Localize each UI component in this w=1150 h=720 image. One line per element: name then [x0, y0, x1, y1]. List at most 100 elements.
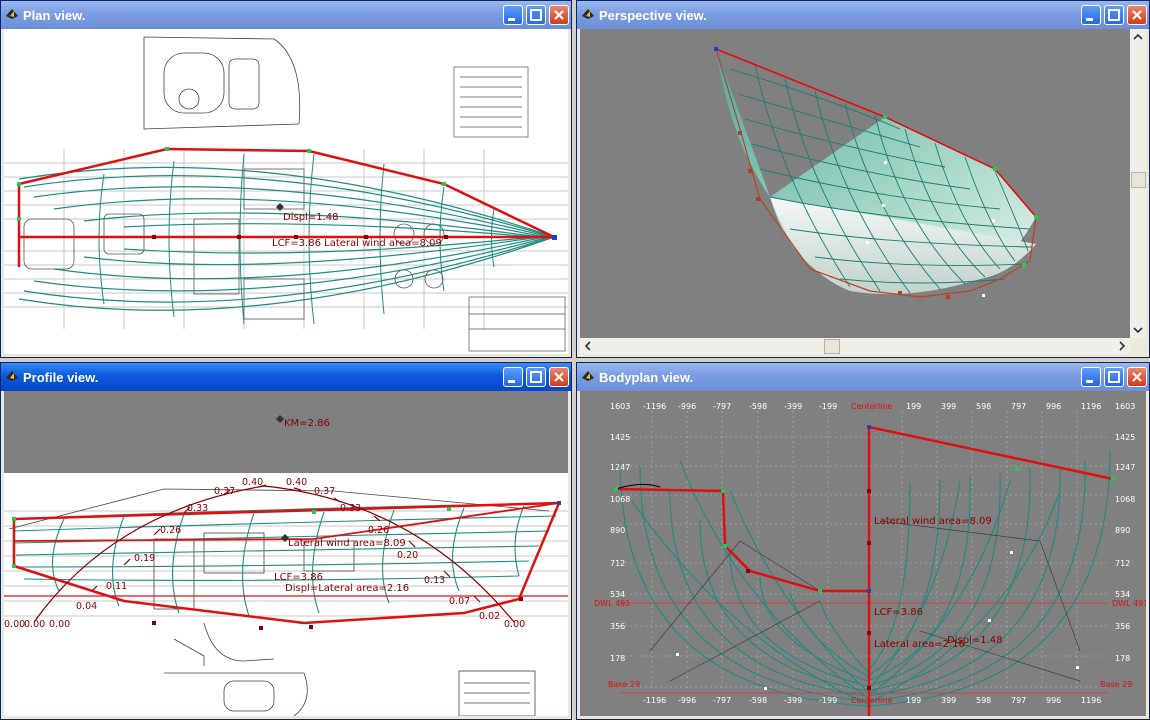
profile-view-titlebar[interactable]: Profile view.: [1, 363, 571, 391]
curve-label: 0.40: [242, 477, 263, 488]
tick-label: -797: [713, 696, 731, 705]
tick-label: -1196: [643, 402, 666, 411]
minimize-button[interactable]: [1081, 5, 1101, 25]
perspective-drawing: [714, 47, 1038, 299]
plan-view-titlebar[interactable]: Plan view.: [1, 1, 571, 29]
tick-label: -399: [784, 402, 802, 411]
zero-label: 0.00: [49, 619, 70, 630]
close-button[interactable]: [1127, 367, 1147, 387]
tick-label: 534: [1115, 590, 1130, 599]
tick-label: -797: [713, 402, 731, 411]
window-title: Bodyplan view.: [599, 370, 694, 385]
tick-label: 996: [1046, 696, 1061, 705]
minimize-icon: [508, 18, 515, 21]
zero-label: 0.00: [504, 619, 525, 630]
tick-label: 1247: [1115, 463, 1135, 472]
bodyplan-view-titlebar[interactable]: Bodyplan view.: [577, 363, 1149, 391]
vertical-scrollbar[interactable]: [1130, 29, 1146, 338]
horizontal-scroll-thumb[interactable]: [824, 339, 840, 354]
maximize-button[interactable]: [526, 5, 546, 25]
minimize-icon: [508, 380, 515, 383]
profile-displ-label: Displ=Lateral area=2.16: [285, 583, 409, 594]
curve-label: 0.07: [449, 596, 470, 607]
plan-view-canvas[interactable]: Displ=1.48 LCF=3.86 Lateral wind area=8.…: [4, 29, 568, 354]
scroll-up-icon[interactable]: [1130, 29, 1146, 45]
centerline-label: Centerline: [851, 402, 892, 411]
tick-label: 890: [610, 526, 625, 535]
tick-label: 797: [1011, 696, 1026, 705]
tick-label: 1425: [610, 433, 630, 442]
zero-label: 0.00: [24, 619, 45, 630]
tick-label: 178: [610, 654, 625, 663]
tick-label: -1196: [643, 696, 666, 705]
curve-label: 0.11: [106, 581, 127, 592]
profile-canvas[interactable]: 0.04 0.11 0.19 0.26 0.33 0.37 0.40 0.40 …: [4, 391, 568, 716]
bodyplan-canvas[interactable]: -1196 -996 -797 -598 -399 -199 Centerlin…: [580, 391, 1146, 716]
profile-lcf-label: LCF=3.86: [274, 572, 323, 583]
tick-label: 1196: [1081, 696, 1101, 705]
curve-label: 0.19: [134, 553, 155, 564]
zero-label: 0.00: [4, 619, 25, 630]
tick-label: -598: [749, 402, 767, 411]
base-right-label: Base 29: [1100, 680, 1132, 689]
app-icon: [6, 371, 18, 381]
minimize-button[interactable]: [503, 5, 523, 25]
tick-label: 712: [610, 559, 625, 568]
tick-label: -598: [749, 696, 767, 705]
minimize-button[interactable]: [1081, 367, 1101, 387]
perspective-view-titlebar[interactable]: Perspective view.: [577, 1, 1149, 29]
bodyplan-view-window[interactable]: Bodyplan view. -1196 -996 -797 -598 -399…: [576, 362, 1150, 720]
scroll-right-icon[interactable]: [1114, 338, 1130, 354]
horizontal-scrollbar[interactable]: [580, 338, 1130, 354]
bodyplan-lcf-label: LCF=3.86: [874, 607, 923, 618]
window-title: Profile view.: [23, 370, 99, 385]
close-icon: [554, 10, 564, 20]
scroll-down-icon[interactable]: [1130, 322, 1146, 338]
tick-label: 1603: [610, 402, 630, 411]
perspective-canvas[interactable]: [580, 29, 1130, 338]
tick-label: 399: [941, 696, 956, 705]
profile-wind-label: Lateral wind area=8.09: [288, 538, 406, 549]
bodyplan-displ-label: Displ=1.48: [947, 635, 1002, 646]
curve-label: 0.33: [340, 503, 361, 514]
close-button[interactable]: [1127, 5, 1147, 25]
plan-view-window[interactable]: Plan view. Displ=1.48 LCF=3.86 Lateral w…: [0, 0, 572, 358]
window-title: Perspective view.: [599, 8, 707, 23]
curve-label: 0.26: [160, 525, 181, 536]
close-button[interactable]: [549, 367, 569, 387]
maximize-icon: [530, 371, 542, 383]
scroll-left-icon[interactable]: [580, 338, 596, 354]
maximize-button[interactable]: [526, 367, 546, 387]
perspective-view-window[interactable]: Perspective view.: [576, 0, 1150, 358]
curve-label: 0.40: [286, 477, 307, 488]
plan-displ-label: Displ=1.48: [283, 212, 338, 223]
tick-label: -399: [784, 696, 802, 705]
minimize-button[interactable]: [503, 367, 523, 387]
profile-drawing: 0.04 0.11 0.19 0.26 0.33 0.37 0.40 0.40 …: [4, 391, 568, 716]
curve-label: 0.37: [214, 486, 235, 497]
tick-label: 1603: [1115, 402, 1135, 411]
profile-view-window[interactable]: Profile view. 0.04 0.11 0.19 0.26 0.33 0…: [0, 362, 572, 720]
tick-label: 356: [1115, 622, 1130, 631]
tick-label: -199: [819, 402, 837, 411]
tick-label: -199: [819, 696, 837, 705]
minimize-icon: [1086, 18, 1093, 21]
bodyplan-bottom-ticks: -1196 -996 -797 -598 -399 -199 Centerlin…: [643, 696, 1101, 705]
vertical-scroll-thumb[interactable]: [1131, 172, 1146, 188]
maximize-icon: [530, 9, 542, 21]
dwl-left-label: DWL 491: [594, 599, 630, 608]
tick-label: 996: [1046, 402, 1061, 411]
bodyplan-wind-label: Lateral wind area=8.09: [874, 516, 992, 527]
maximize-button[interactable]: [1104, 5, 1124, 25]
tick-label: 534: [610, 590, 625, 599]
app-icon: [582, 371, 594, 381]
tick-label: 356: [610, 622, 625, 631]
close-button[interactable]: [549, 5, 569, 25]
curve-label: 0.04: [76, 601, 97, 612]
close-icon: [1132, 10, 1142, 20]
maximize-button[interactable]: [1104, 367, 1124, 387]
tick-label: 399: [941, 402, 956, 411]
tick-label: 890: [1115, 526, 1130, 535]
tick-label: -996: [678, 696, 696, 705]
window-title: Plan view.: [23, 8, 86, 23]
